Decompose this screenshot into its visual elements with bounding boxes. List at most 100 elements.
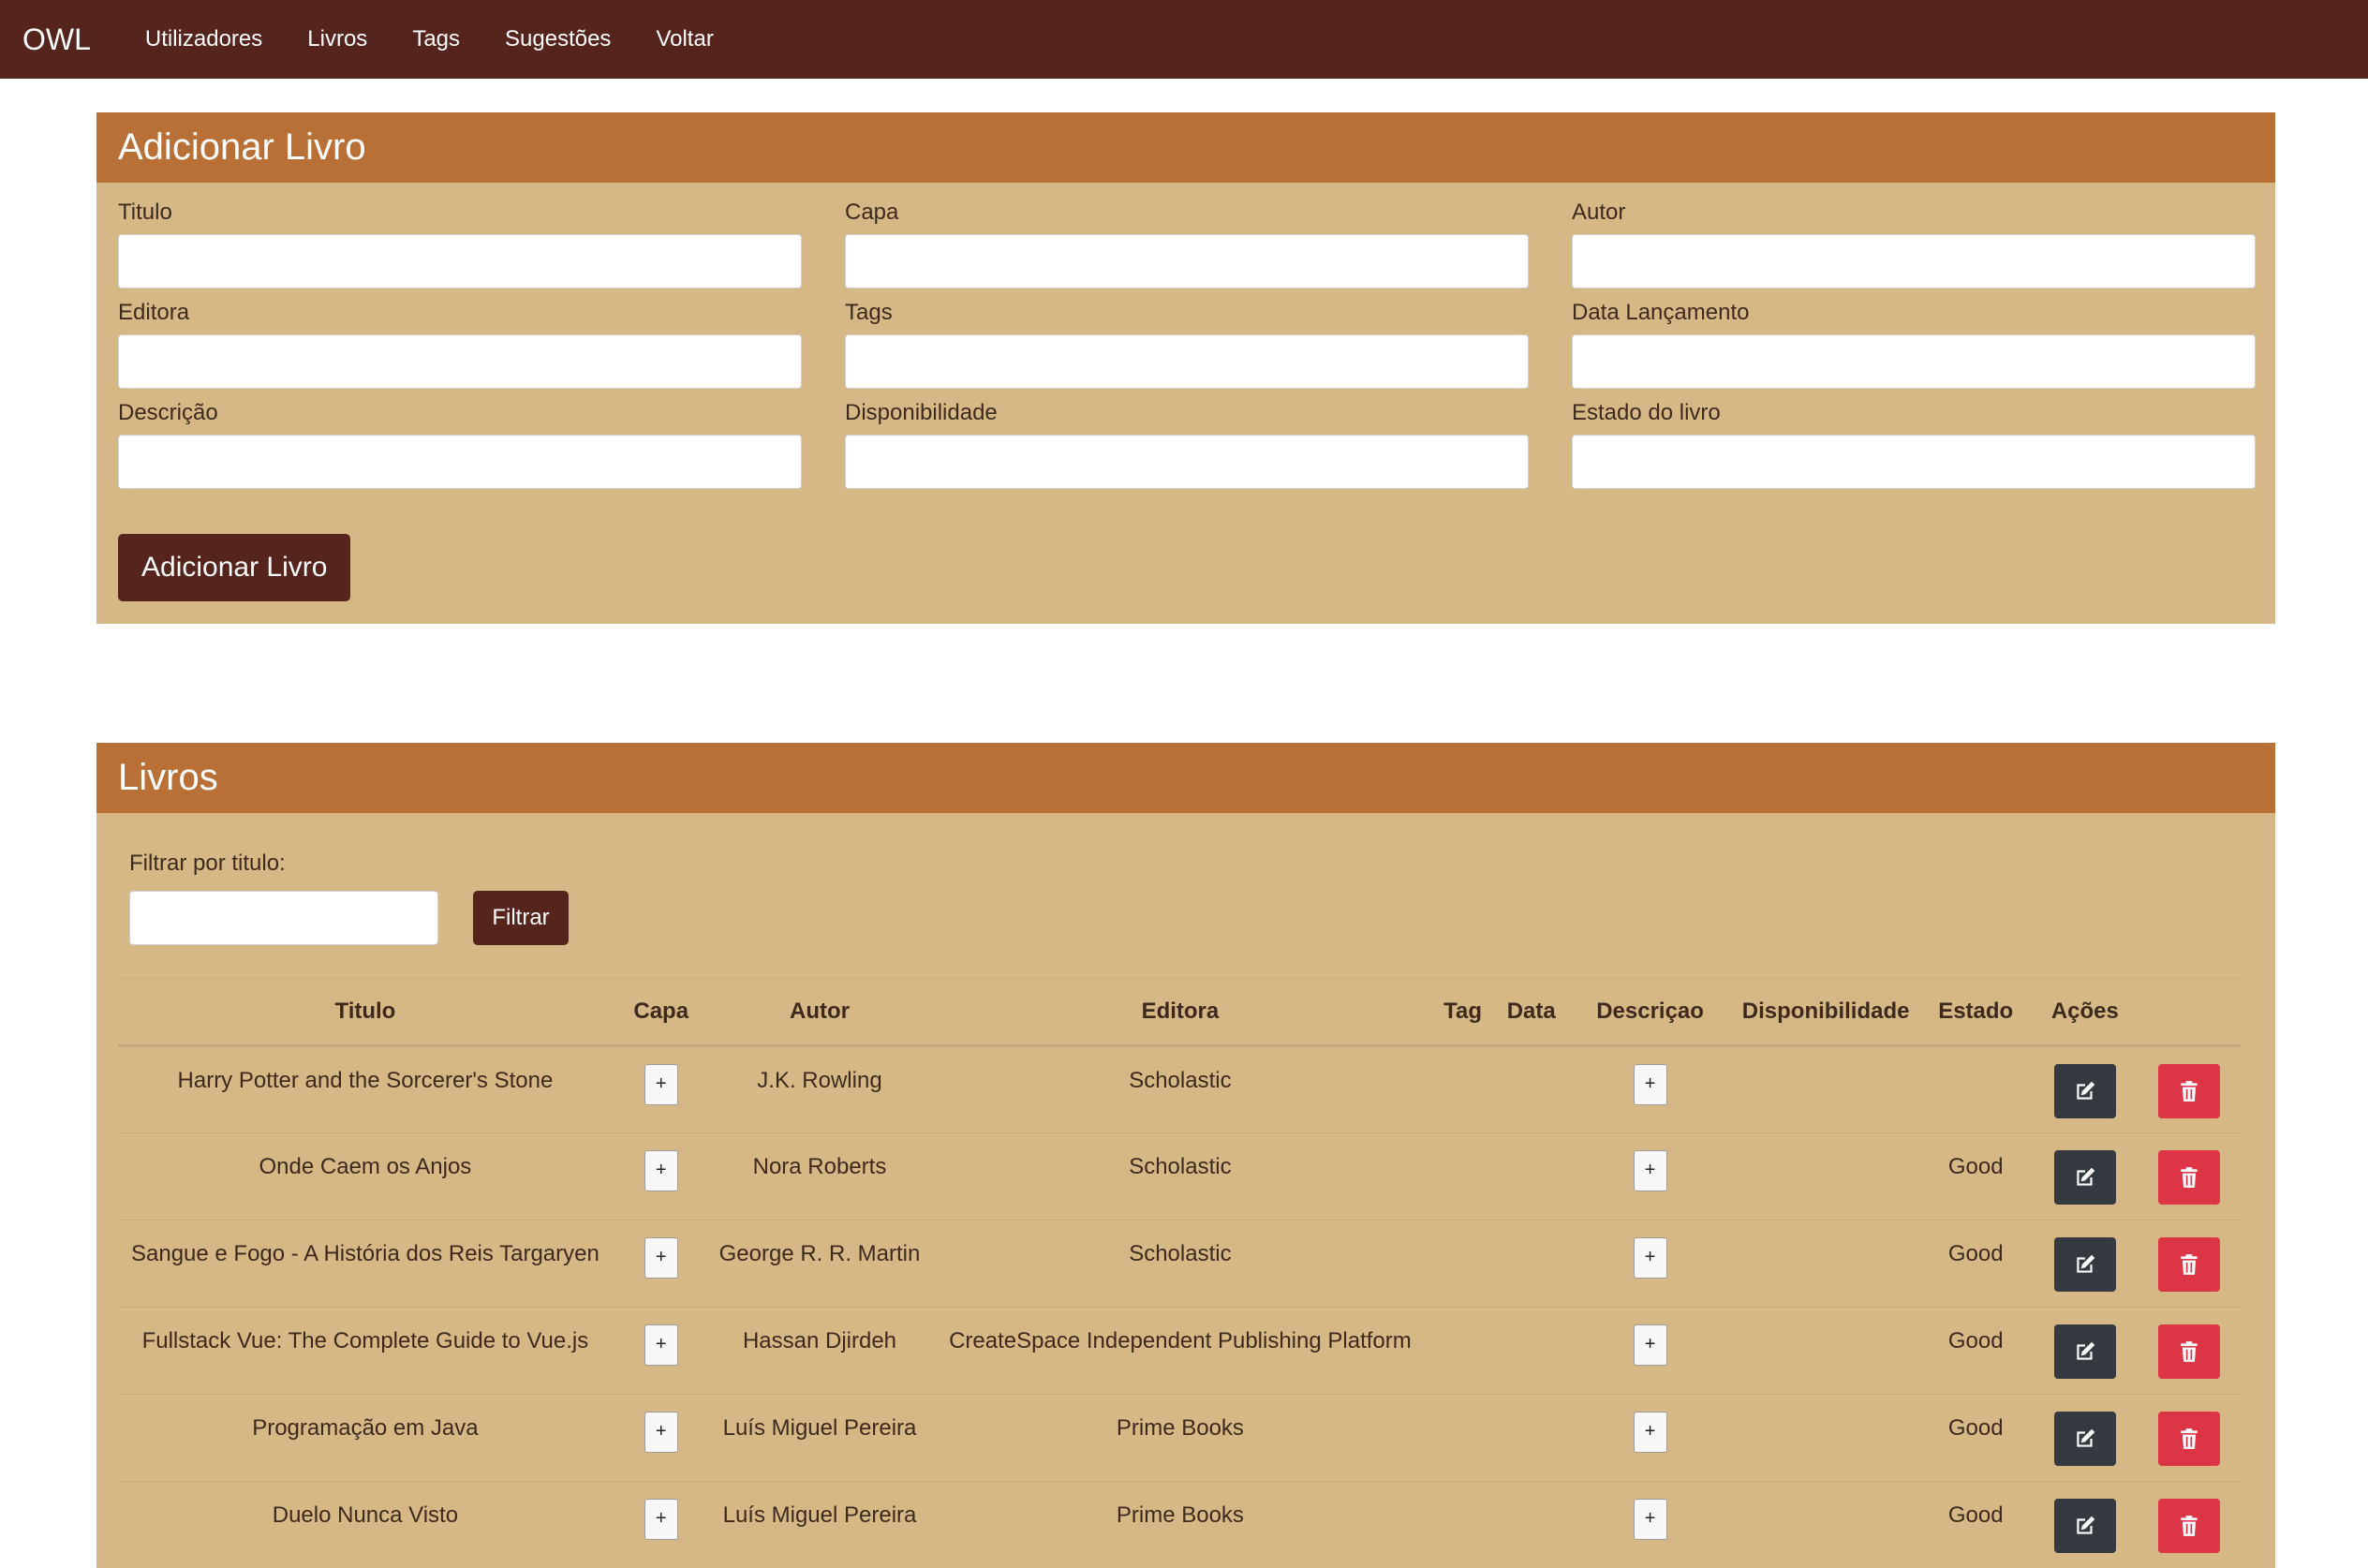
- brand-logo[interactable]: OWL: [22, 22, 91, 57]
- books-card: Livros Filtrar por titulo: Filtrar Titul…: [96, 743, 2275, 1568]
- cell-editora: Prime Books: [929, 1394, 1431, 1482]
- edit-button[interactable]: [2053, 1150, 2116, 1205]
- field-tags: Tags: [845, 297, 1529, 389]
- nav-item-voltar[interactable]: Voltar: [656, 26, 713, 52]
- trash-icon: [2181, 1516, 2198, 1536]
- cover-button[interactable]: +: [644, 1499, 678, 1540]
- data-lancamento-input[interactable]: [1572, 334, 2256, 389]
- description-button[interactable]: +: [1633, 1499, 1667, 1540]
- field-label-titulo: Titulo: [118, 200, 172, 225]
- cover-button[interactable]: +: [644, 1150, 678, 1191]
- field-label-tags: Tags: [845, 300, 893, 325]
- field-label-editora: Editora: [118, 300, 190, 325]
- books-table: Titulo Capa Autor Editora Tag Data Descr…: [118, 978, 2241, 1568]
- delete-button[interactable]: [2158, 1150, 2221, 1205]
- cell-autor: Nora Roberts: [709, 1132, 930, 1220]
- description-button[interactable]: +: [1633, 1150, 1667, 1191]
- descricao-input[interactable]: [118, 435, 802, 489]
- editora-input[interactable]: [118, 334, 802, 389]
- estado-input[interactable]: [1572, 435, 2256, 489]
- cell-disponibilidade: [1732, 1045, 1919, 1133]
- titulo-input[interactable]: [118, 234, 802, 288]
- cell-edit: [2032, 1132, 2139, 1220]
- field-estado: Estado do livro: [1572, 397, 2256, 489]
- delete-button[interactable]: [2158, 1324, 2221, 1379]
- description-button[interactable]: +: [1633, 1064, 1667, 1105]
- description-button[interactable]: +: [1633, 1324, 1667, 1366]
- add-book-title: Adicionar Livro: [96, 112, 2275, 183]
- cell-autor: J.K. Rowling: [709, 1045, 930, 1133]
- cell-estado: [1918, 1045, 2033, 1133]
- cell-disponibilidade: [1732, 1220, 1919, 1308]
- description-button[interactable]: +: [1633, 1237, 1667, 1279]
- cell-titulo: Sangue e Fogo - A História dos Reis Targ…: [118, 1220, 613, 1308]
- cell-data: [1494, 1045, 1568, 1133]
- cell-descricao: +: [1567, 1394, 1733, 1482]
- edit-button[interactable]: [2053, 1412, 2116, 1466]
- cell-delete: [2138, 1132, 2241, 1220]
- trash-icon: [2181, 1081, 2198, 1102]
- edit-button[interactable]: [2053, 1499, 2116, 1553]
- delete-button[interactable]: [2158, 1064, 2221, 1118]
- cell-autor: Luís Miguel Pereira: [709, 1394, 930, 1482]
- cell-estado: Good: [1918, 1481, 2033, 1568]
- nav-item-livros[interactable]: Livros: [307, 26, 367, 52]
- col-header-data: Data: [1494, 978, 1568, 1047]
- cell-descricao: +: [1567, 1045, 1733, 1133]
- cell-capa: +: [612, 1394, 710, 1482]
- cover-button[interactable]: +: [644, 1064, 678, 1105]
- cover-button[interactable]: +: [644, 1237, 678, 1279]
- field-disponibilidade: Disponibilidade: [845, 397, 1529, 489]
- cell-delete: [2138, 1045, 2241, 1133]
- delete-button[interactable]: [2158, 1499, 2221, 1553]
- books-table-body: Harry Potter and the Sorcerer's Stone + …: [118, 1045, 2241, 1568]
- cell-editora: Scholastic: [929, 1132, 1431, 1220]
- nav-item-tags[interactable]: Tags: [412, 26, 460, 52]
- cell-titulo: Onde Caem os Anjos: [118, 1132, 613, 1220]
- table-row: Harry Potter and the Sorcerer's Stone + …: [118, 1045, 2241, 1133]
- capa-input[interactable]: [845, 234, 1529, 288]
- delete-button[interactable]: [2158, 1412, 2221, 1466]
- col-header-tag: Tag: [1430, 978, 1495, 1047]
- filter-input[interactable]: [129, 891, 438, 945]
- cell-tag: [1430, 1307, 1495, 1395]
- nav-item-sugestoes[interactable]: Sugestões: [505, 26, 611, 52]
- trash-icon: [2181, 1167, 2198, 1188]
- cell-autor: Hassan Djirdeh: [709, 1307, 930, 1395]
- trash-icon: [2181, 1341, 2198, 1362]
- trash-icon: [2181, 1254, 2198, 1275]
- edit-button[interactable]: [2053, 1237, 2116, 1292]
- cell-edit: [2032, 1220, 2139, 1308]
- nav-item-utilizadores[interactable]: Utilizadores: [145, 26, 262, 52]
- cell-descricao: +: [1567, 1481, 1733, 1568]
- delete-button[interactable]: [2158, 1237, 2221, 1292]
- cell-data: [1494, 1220, 1568, 1308]
- cell-titulo: Programação em Java: [118, 1394, 613, 1482]
- cover-button[interactable]: +: [644, 1412, 678, 1453]
- cell-disponibilidade: [1732, 1307, 1919, 1395]
- cell-edit: [2032, 1481, 2139, 1568]
- add-book-form: Titulo Capa Autor Editora Tags Data Lanç…: [118, 197, 2256, 489]
- field-titulo: Titulo: [118, 197, 802, 288]
- cell-delete: [2138, 1220, 2241, 1308]
- add-book-button[interactable]: Adicionar Livro: [118, 534, 351, 601]
- edit-button[interactable]: [2053, 1324, 2116, 1379]
- table-header-row: Titulo Capa Autor Editora Tag Data Descr…: [118, 978, 2241, 1047]
- description-button[interactable]: +: [1633, 1412, 1667, 1453]
- cell-disponibilidade: [1732, 1481, 1919, 1568]
- cell-capa: +: [612, 1481, 710, 1568]
- col-header-editora: Editora: [929, 978, 1431, 1047]
- autor-input[interactable]: [1572, 234, 2256, 288]
- filter-button[interactable]: Filtrar: [473, 891, 569, 945]
- cell-delete: [2138, 1307, 2241, 1395]
- cell-data: [1494, 1394, 1568, 1482]
- col-header-acoes: Ações: [2032, 978, 2139, 1047]
- cover-button[interactable]: +: [644, 1324, 678, 1366]
- disponibilidade-input[interactable]: [845, 435, 1529, 489]
- cell-edit: [2032, 1307, 2139, 1395]
- edit-button[interactable]: [2053, 1064, 2116, 1118]
- cell-editora: Scholastic: [929, 1220, 1431, 1308]
- cell-disponibilidade: [1732, 1132, 1919, 1220]
- cell-editora: Scholastic: [929, 1045, 1431, 1133]
- tags-input[interactable]: [845, 334, 1529, 389]
